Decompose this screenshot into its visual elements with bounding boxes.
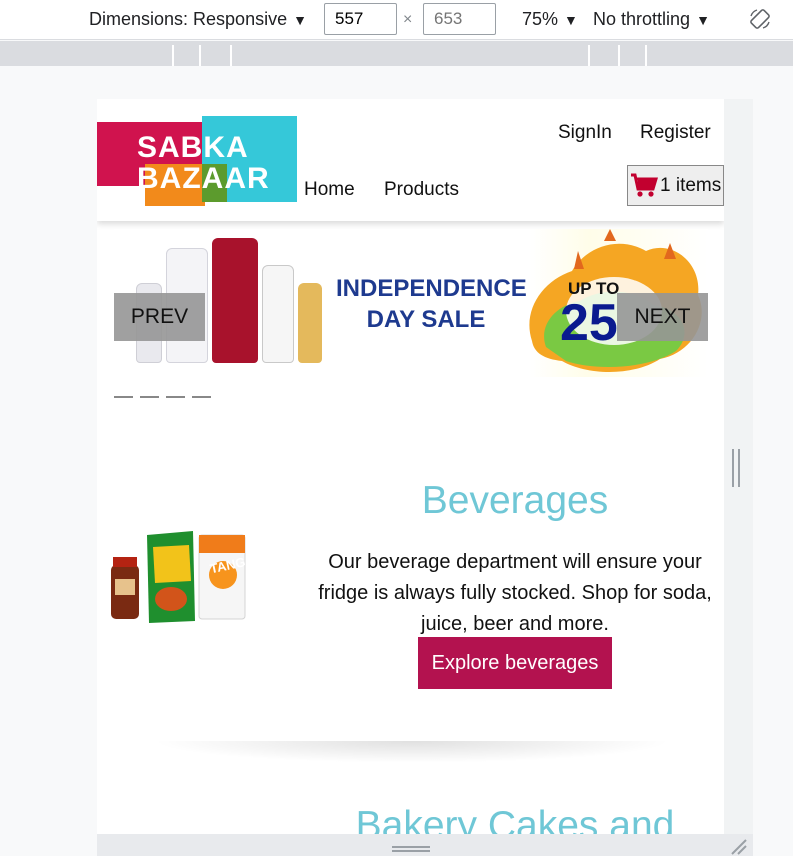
width-input[interactable] — [324, 3, 397, 35]
viewport-resize-handle-bottom[interactable] — [97, 834, 753, 856]
dimensions-label: Dimensions: Responsive — [89, 9, 288, 29]
zoom-select[interactable]: 75% ▼ — [522, 9, 578, 30]
offer-carousel: INDEPENDENCE DAY SALE UP TO 25 PREV NEXT — [114, 229, 708, 377]
page-viewport: SABKA BAZAAR SignIn Register Home Product… — [97, 99, 724, 834]
caret-down-icon: ▼ — [696, 12, 710, 28]
category-title: Beverages — [421, 479, 609, 522]
cart-icon — [631, 173, 658, 197]
site-header: SABKA BAZAAR SignIn Register Home Product… — [97, 99, 724, 221]
offer-value: 25 — [560, 294, 618, 352]
device-toolbar: Dimensions: Responsive ▼ × 75% ▼ No thrott… — [0, 0, 793, 40]
carousel-dot[interactable] — [192, 396, 211, 398]
throttling-label: No throttling — [593, 9, 691, 29]
carousel-dot[interactable] — [166, 396, 185, 398]
logo[interactable]: SABKA BAZAAR — [97, 116, 297, 206]
banner-headline: INDEPENDENCE DAY SALE — [336, 273, 527, 335]
category-title-bakery: Bakery Cakes and — [355, 804, 675, 834]
rotate-icon[interactable] — [748, 7, 772, 31]
explore-beverages-button[interactable]: Explore beverages — [418, 637, 612, 689]
media-query-ruler[interactable] — [0, 41, 793, 66]
headline-line1: INDEPENDENCE — [336, 275, 527, 302]
logo-line1: SABKA — [137, 131, 249, 164]
times-icon: × — [403, 11, 413, 28]
headline-line2: DAY SALE — [366, 306, 486, 333]
height-input[interactable] — [423, 3, 496, 35]
cart-button[interactable]: 1 items — [627, 165, 724, 206]
caret-down-icon: ▼ — [564, 12, 578, 28]
card-divider-shadow — [152, 741, 672, 763]
carousel-prev-button[interactable]: PREV — [114, 293, 205, 341]
beverages-product-image: TANG — [111, 531, 247, 623]
signin-link[interactable]: SignIn — [558, 122, 612, 144]
viewport-resize-handle-right[interactable] — [724, 99, 753, 834]
carousel-dot[interactable] — [114, 396, 133, 398]
throttling-select[interactable]: No throttling ▼ — [593, 9, 710, 30]
cart-count: 1 items — [660, 174, 722, 196]
zoom-label: 75% — [522, 9, 559, 29]
resize-corner-icon[interactable] — [728, 836, 748, 856]
category-description: Our beverage department will ensure your… — [318, 551, 712, 635]
nav-home-link[interactable]: Home — [304, 179, 355, 201]
logo-line2: BAZAAR — [137, 162, 270, 195]
dimensions-select[interactable]: Dimensions: Responsive ▼ — [89, 9, 307, 30]
carousel-next-button[interactable]: NEXT — [617, 293, 708, 341]
nav-products-link[interactable]: Products — [384, 179, 459, 201]
carousel-dots — [114, 396, 211, 398]
register-link[interactable]: Register — [640, 122, 711, 144]
caret-down-icon: ▼ — [293, 12, 307, 28]
category-card-beverages: TANG Beverages Our beverage department w… — [97, 469, 724, 759]
carousel-dot[interactable] — [140, 396, 159, 398]
